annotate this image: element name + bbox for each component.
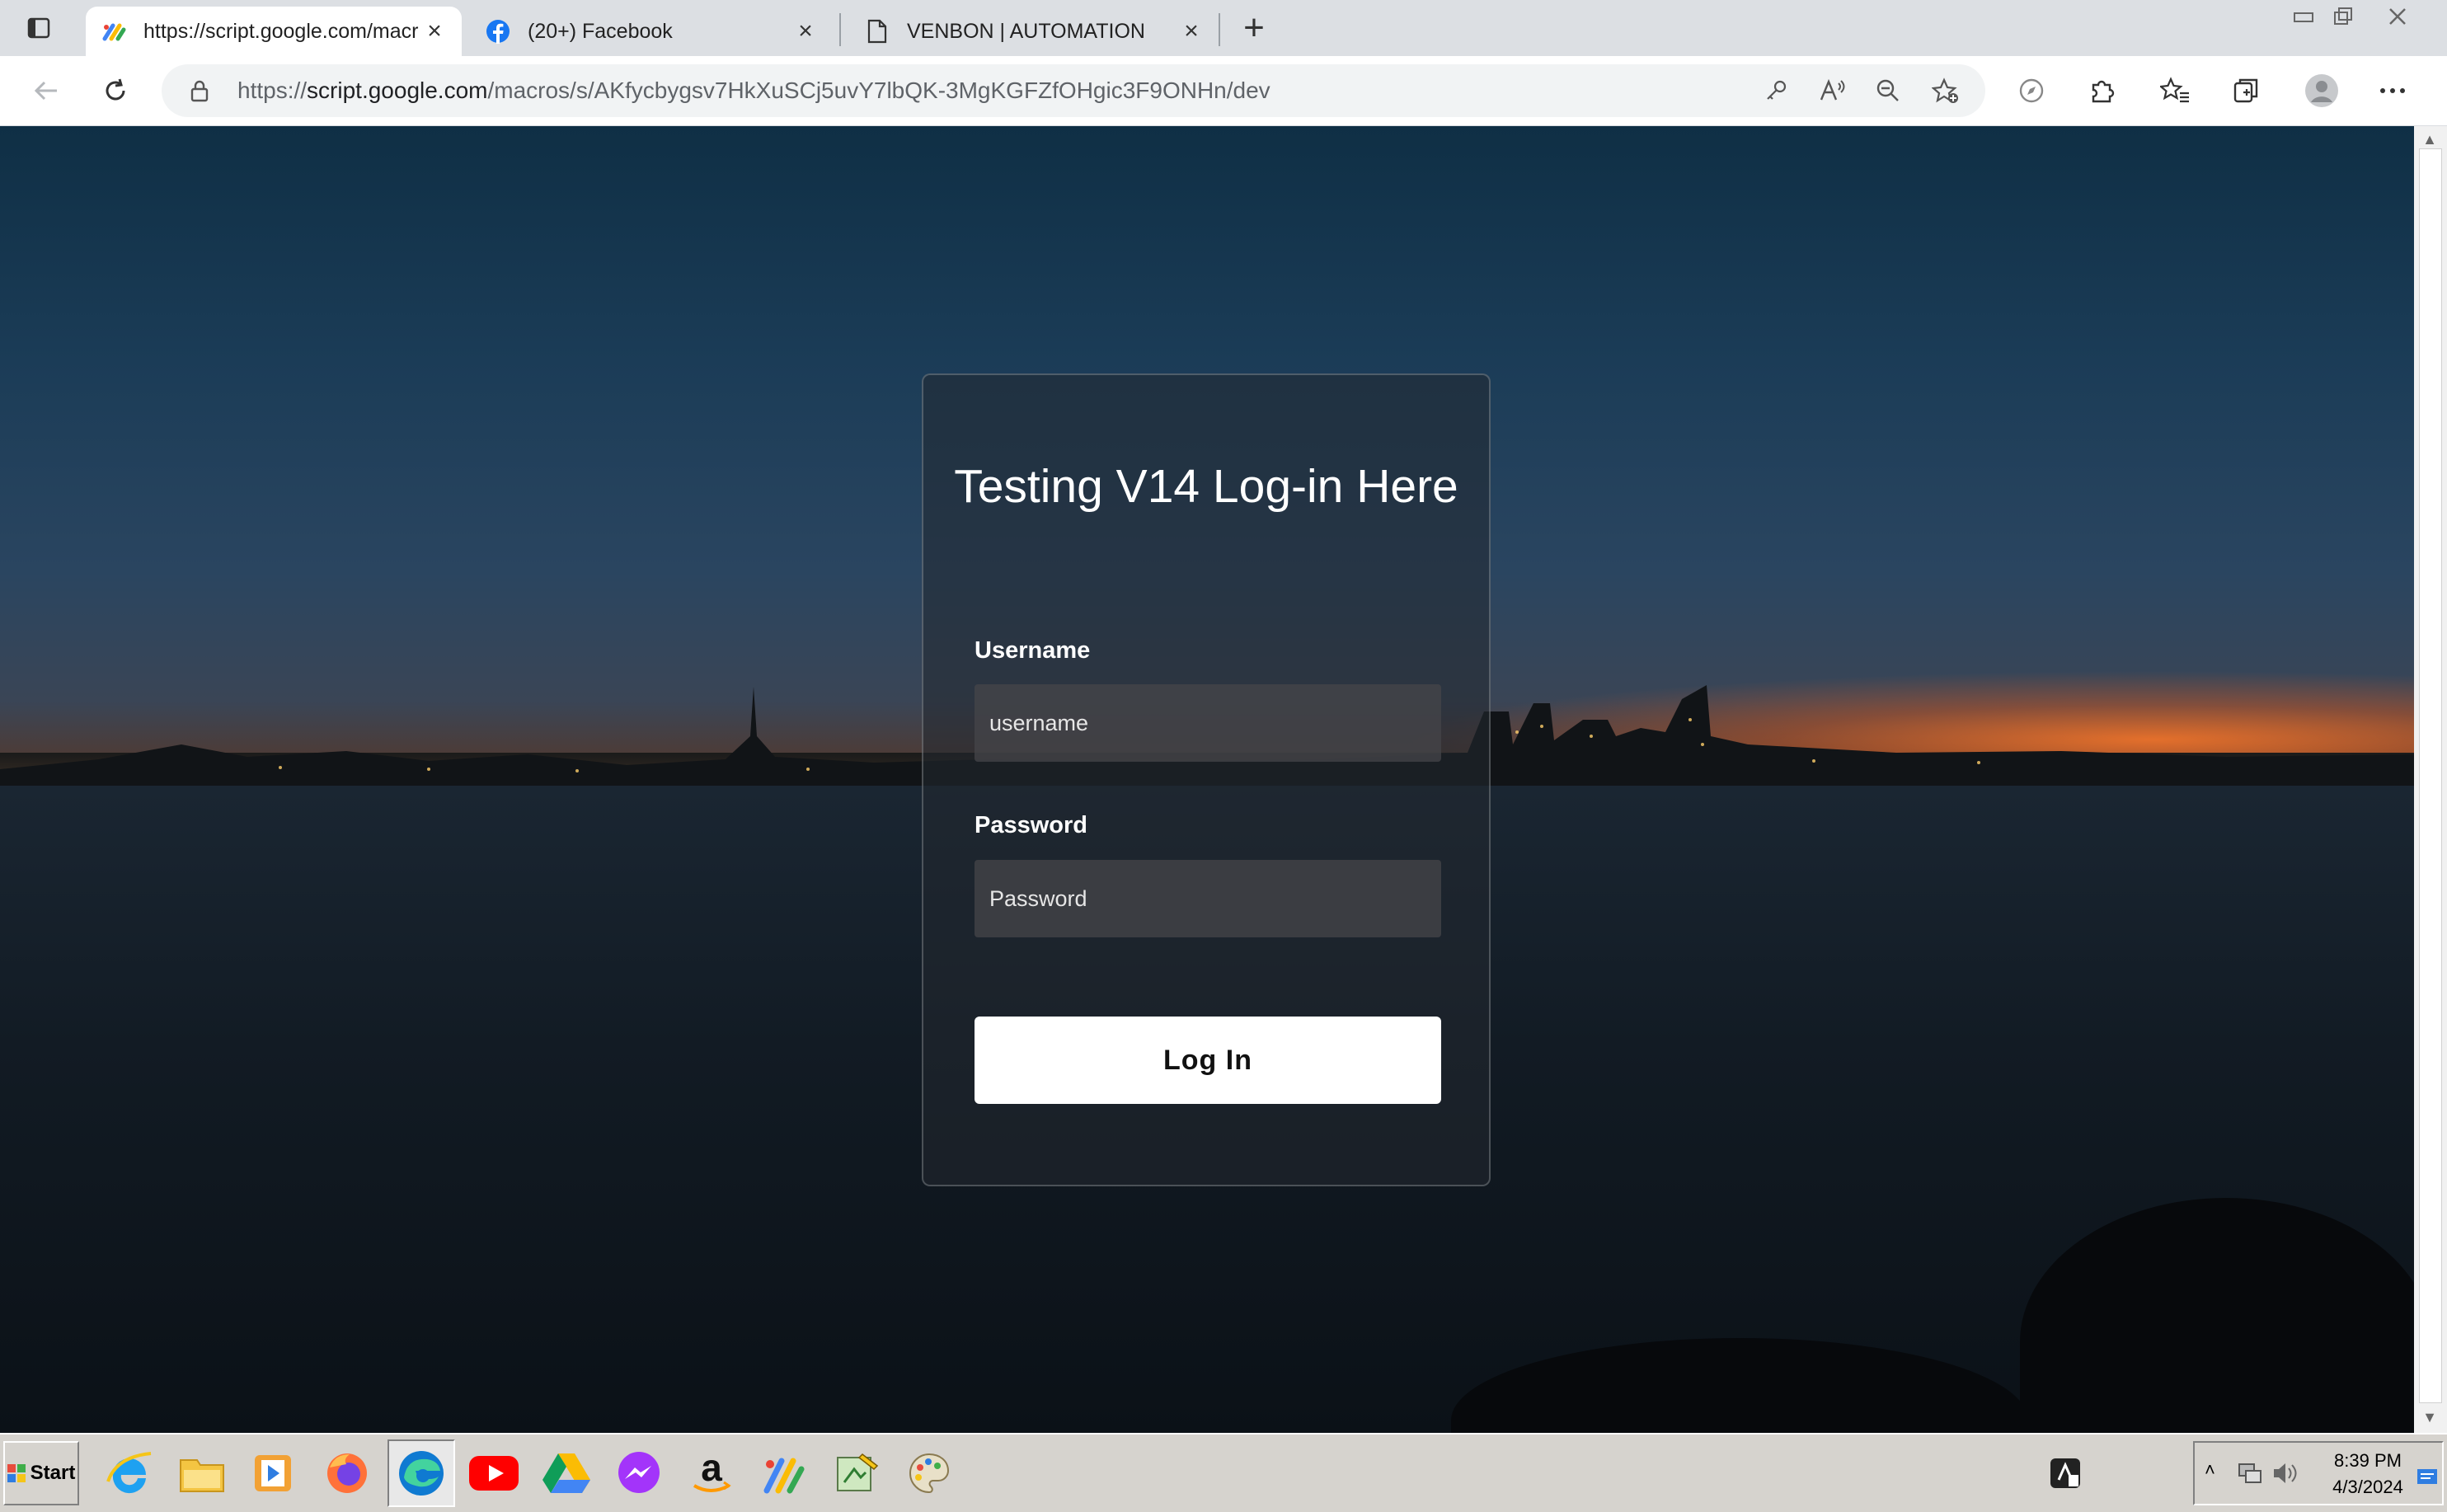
zoom-out-button[interactable] <box>1872 74 1905 107</box>
clock-date: 4/3/2024 <box>2332 1477 2403 1497</box>
login-title: Testing V14 Log-in Here <box>954 460 1458 513</box>
apps-script-taskbar-icon[interactable] <box>750 1439 818 1507</box>
start-label: Start <box>30 1462 76 1484</box>
tab-title: https://script.google.com/macr <box>143 19 419 43</box>
star-add-icon <box>1932 77 1958 103</box>
scrollbar-thumb[interactable] <box>2419 148 2442 1403</box>
internet-explorer-icon[interactable] <box>96 1439 163 1507</box>
tab-apps-script[interactable]: https://script.google.com/macr × <box>86 7 462 56</box>
browser-toolbar: https://script.google.com/macros/s/AKfyc… <box>0 56 2447 126</box>
youtube-icon[interactable] <box>460 1439 528 1507</box>
svg-text:a: a <box>701 1448 722 1489</box>
zoom-out-icon <box>1876 79 1899 101</box>
clock-time: 8:39 PM <box>2334 1450 2402 1471</box>
tab-strip: https://script.google.com/macr × (20+) F… <box>0 0 2447 57</box>
back-button[interactable] <box>26 71 66 110</box>
tab-title: VENBON | AUTOMATION <box>907 19 1145 43</box>
tab-close-icon[interactable]: × <box>422 17 447 45</box>
url-prefix: https:// <box>237 77 308 103</box>
notifications-icon[interactable] <box>2416 1467 2439 1487</box>
notification-app-icon[interactable] <box>2031 1439 2099 1507</box>
clock[interactable]: 8:39 PM 4/3/2024 <box>2318 1448 2417 1500</box>
url-domain: script.google.com <box>307 77 488 103</box>
windows-flag-icon <box>7 1464 26 1482</box>
password-label: Password <box>975 812 1087 838</box>
tab-actions-button[interactable] <box>18 10 59 46</box>
restore-icon <box>2334 7 2352 25</box>
minimize-icon <box>2294 12 2313 22</box>
tab-separator <box>1219 13 1220 46</box>
page-icon <box>864 18 890 45</box>
tab-separator <box>839 13 841 46</box>
favorites-button[interactable] <box>2155 71 2195 110</box>
address-bar[interactable]: https://script.google.com/macros/s/AKfyc… <box>162 64 1985 117</box>
plus-icon: + <box>1243 7 1265 48</box>
file-explorer-icon[interactable] <box>168 1439 236 1507</box>
profile-button[interactable] <box>2302 71 2341 110</box>
taskbar: Start a ˄ 8:39 PM 4/3/2024 <box>0 1433 2447 1512</box>
firefox-icon[interactable] <box>313 1439 381 1507</box>
system-tray: ˄ 8:39 PM 4/3/2024 <box>2193 1441 2444 1505</box>
login-button[interactable]: Log In <box>975 1017 1441 1104</box>
key-icon <box>1767 80 1787 100</box>
password-key-button[interactable] <box>1759 74 1792 107</box>
url-text[interactable]: https://script.google.com/macros/s/AKfyc… <box>237 64 1270 117</box>
google-drive-icon[interactable] <box>533 1439 600 1507</box>
scroll-down-icon[interactable]: ▼ <box>2419 1406 2440 1428</box>
network-icon[interactable] <box>2236 1461 2264 1486</box>
facebook-icon <box>485 18 511 45</box>
tab-close-icon[interactable]: × <box>1179 17 1204 45</box>
extensions-button[interactable] <box>2083 71 2122 110</box>
compass-icon <box>2019 78 2044 103</box>
avatar <box>2305 74 2338 107</box>
new-tab-button[interactable]: + <box>1233 7 1275 48</box>
reload-icon <box>106 78 125 101</box>
collections-button[interactable] <box>2226 71 2266 110</box>
lock-icon[interactable] <box>186 77 213 104</box>
more-menu-button[interactable] <box>2373 71 2412 110</box>
close-icon <box>2389 8 2406 25</box>
media-player-icon[interactable] <box>239 1439 307 1507</box>
url-path: /macros/s/AKfycbygsv7HkXuSCj5uvY7lbQK-3M… <box>487 77 1270 103</box>
tab-title: (20+) Facebook <box>528 19 673 43</box>
amazon-icon[interactable]: a <box>678 1439 745 1507</box>
close-window-button[interactable] <box>2373 0 2422 33</box>
more-dots-icon <box>2380 88 2405 93</box>
username-input[interactable] <box>975 684 1441 762</box>
username-label: Username <box>975 637 1091 664</box>
messenger-icon[interactable] <box>605 1439 673 1507</box>
puzzle-icon <box>2092 80 2115 103</box>
paint-app-icon[interactable] <box>823 1439 890 1507</box>
tab-facebook[interactable]: (20+) Facebook × <box>470 7 833 56</box>
favorites-icon <box>2160 77 2189 103</box>
collections-icon <box>2233 78 2258 103</box>
show-hidden-icons-icon[interactable]: ˄ <box>2205 1459 2215 1481</box>
apps-script-icon <box>101 18 127 45</box>
tab-close-icon[interactable]: × <box>793 17 818 45</box>
restore-button[interactable] <box>2318 0 2368 33</box>
read-aloud-button[interactable] <box>1815 74 1848 107</box>
start-button[interactable]: Start <box>3 1441 79 1505</box>
password-input[interactable] <box>975 860 1441 937</box>
volume-icon[interactable] <box>2271 1459 2299 1487</box>
palette-icon[interactable] <box>895 1439 963 1507</box>
read-aloud-icon <box>1820 78 1845 101</box>
reload-button[interactable] <box>96 71 135 110</box>
login-card: Testing V14 Log-in Here Username Passwor… <box>922 373 1491 1186</box>
tab-venbon[interactable]: VENBON | AUTOMATION × <box>849 7 1219 56</box>
edge-icon[interactable] <box>387 1439 455 1507</box>
favorite-button[interactable] <box>1929 74 1962 107</box>
browser-essentials-button[interactable] <box>2012 71 2051 110</box>
tab-actions-icon <box>27 17 50 39</box>
back-arrow-icon <box>34 81 57 101</box>
scroll-up-icon[interactable]: ▲ <box>2419 129 2440 150</box>
